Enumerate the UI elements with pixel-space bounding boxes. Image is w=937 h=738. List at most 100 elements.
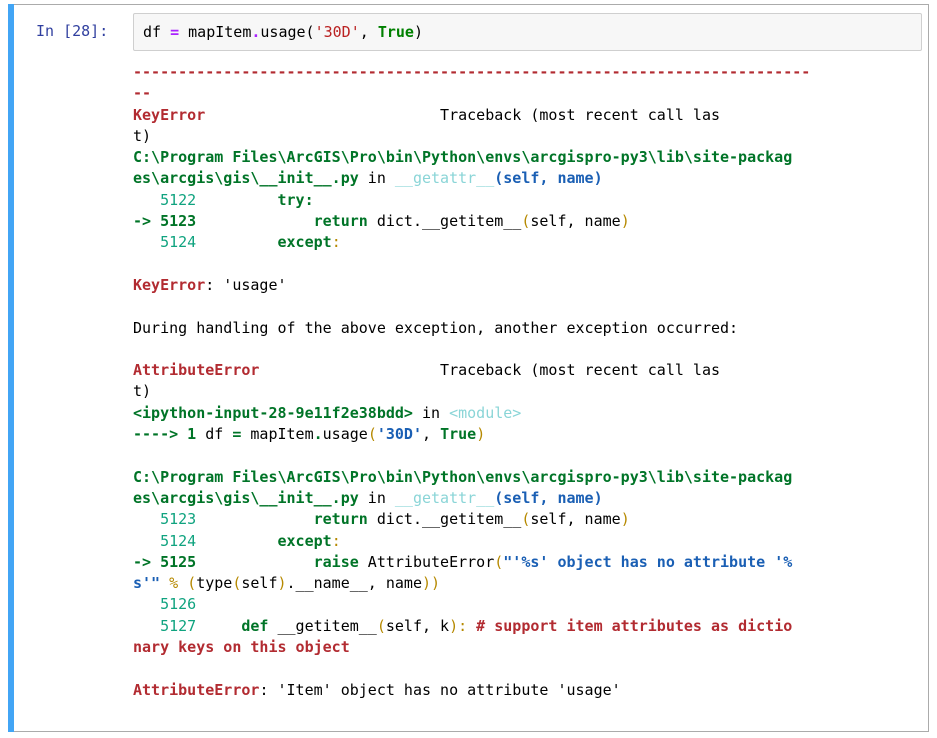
error-detail: : 'usage'	[205, 275, 287, 294]
source-line: 5122 try:	[133, 190, 923, 211]
code-paren: ):	[449, 616, 468, 635]
traceback-file-path: C:\Program Files\ArcGIS\Pro\bin\Python\e…	[133, 148, 793, 167]
code-comment-wrap: nary keys on this object	[133, 638, 350, 657]
cell-selection-bar	[8, 4, 14, 732]
line-number: 5122	[133, 190, 206, 209]
traceback-header: KeyError Traceback (most recent call las	[133, 105, 923, 126]
code-string: s'"	[133, 574, 161, 593]
traceback-output: ----------------------------------------…	[133, 62, 923, 701]
file-path: es\arcgis\gis\__init__.py	[133, 488, 359, 507]
code-punct: :	[331, 233, 341, 252]
source-line: 5126	[133, 594, 923, 615]
source-line: 5123 return dict.__getitem__(self, name)	[133, 509, 923, 530]
error-message: AttributeError: 'Item' object has no att…	[133, 680, 923, 701]
code-keyword: try:	[205, 190, 314, 209]
line-number-current: -> 5123	[133, 212, 206, 231]
traceback-header-wrap: t)	[133, 382, 152, 401]
code-keyword: return	[205, 212, 368, 231]
source-line-current: ----> 1 df = mapItem.usage('30D', True)	[133, 424, 923, 445]
in-text: in	[358, 169, 395, 188]
code-token: df	[196, 425, 233, 444]
code-token: usage(	[260, 23, 315, 41]
chained-exception-note: During handling of the above exception, …	[133, 318, 739, 337]
traceback-file-line: <ipython-input-28-9e11f2e38bdd> in <modu…	[133, 403, 923, 424]
code-token: mapItem	[179, 23, 252, 41]
code-keyword: except	[205, 233, 332, 252]
traceback-label: Traceback (most recent call las	[205, 105, 721, 124]
code-paren: )	[277, 574, 287, 593]
code-token: mapItem	[241, 425, 314, 444]
traceback-file-path: C:\Program Files\ArcGIS\Pro\bin\Python\e…	[133, 467, 793, 486]
code-comment: # support item attributes as dictio	[467, 616, 793, 635]
code-keyword: raise	[205, 552, 359, 571]
line-number: 5126	[133, 595, 206, 614]
line-number-current: -> 5125	[133, 552, 206, 571]
code-paren: (	[187, 574, 197, 593]
line-number: 5124	[133, 531, 206, 550]
function-args: (self, name)	[494, 488, 603, 507]
notebook-cell[interactable]: In [28]: df = mapItem.usage('30D', True)…	[8, 4, 929, 732]
source-line: 5124 except:	[133, 531, 923, 552]
error-name: AttributeError	[133, 680, 260, 699]
code-punct: :	[331, 531, 341, 550]
traceback-file-line: es\arcgis\gis\__init__.py in __getattr__…	[133, 488, 923, 509]
code-keyword: True	[377, 23, 414, 41]
code-paren: ))	[422, 574, 441, 593]
code-operator: =	[170, 23, 180, 41]
code-token: self, name	[530, 212, 621, 231]
traceback-header: AttributeError Traceback (most recent ca…	[133, 360, 923, 381]
file-path: es\arcgis\gis\__init__.py	[133, 169, 359, 188]
function-name: __getattr__	[394, 488, 495, 507]
file-path: <ipython-input-28-9e11f2e38bdd>	[133, 403, 413, 422]
code-token: .__name__, name	[286, 574, 422, 593]
traceback-separator-wrap: --	[133, 84, 152, 103]
code-string: '30D'	[314, 23, 360, 41]
code-token: self	[241, 574, 278, 593]
code-token: self, k	[385, 616, 450, 635]
source-line-current: -> 5125 raise AttributeError("'%s' objec…	[133, 552, 923, 573]
code-token: self, name	[530, 510, 621, 529]
in-text: in	[358, 488, 395, 507]
line-number: 5123	[133, 510, 206, 529]
source-line: 5124 except:	[133, 232, 923, 253]
code-paren: )	[620, 510, 630, 529]
code-token: AttributeError	[358, 552, 495, 571]
code-keyword: return	[205, 510, 368, 529]
input-prompt: In [28]:	[36, 22, 109, 40]
line-number: 5127	[133, 616, 206, 635]
code-keyword: except	[205, 531, 332, 550]
code-token: dict.__getitem__	[367, 212, 522, 231]
error-message: KeyError: 'usage'	[133, 275, 923, 296]
code-line: df = mapItem.usage('30D', True)	[143, 22, 423, 43]
code-operator: .	[313, 425, 323, 444]
code-paren: (	[376, 616, 386, 635]
function-name: __getattr__	[394, 169, 495, 188]
code-token: __getitem__	[268, 616, 377, 635]
error-detail: : 'Item' object has no attribute 'usage'	[259, 680, 621, 699]
code-string: "'%s' object has no attribute '%	[503, 552, 793, 571]
code-input-area[interactable]: df = mapItem.usage('30D', True)	[133, 13, 922, 51]
source-line: 5127 def __getitem__(self, k): # support…	[133, 616, 923, 637]
code-token: )	[413, 23, 423, 41]
in-text: in	[412, 403, 450, 422]
line-number: 5124	[133, 233, 206, 252]
code-token: ,	[422, 425, 441, 444]
code-string: '30D'	[376, 425, 422, 444]
code-operator: %	[160, 574, 188, 593]
code-token: dict.__getitem__	[367, 510, 522, 529]
code-paren: )	[476, 425, 486, 444]
code-token: usage	[322, 425, 368, 444]
code-paren: (	[367, 425, 377, 444]
code-token: type	[196, 574, 233, 593]
source-line-current: -> 5123 return dict.__getitem__(self, na…	[133, 211, 923, 232]
code-token: ,	[359, 23, 378, 41]
code-paren: (	[494, 552, 504, 571]
code-paren: )	[620, 212, 630, 231]
traceback-header-wrap: t)	[133, 126, 152, 145]
source-line-wrap: s'" % (type(self).__name__, name))	[133, 573, 923, 594]
